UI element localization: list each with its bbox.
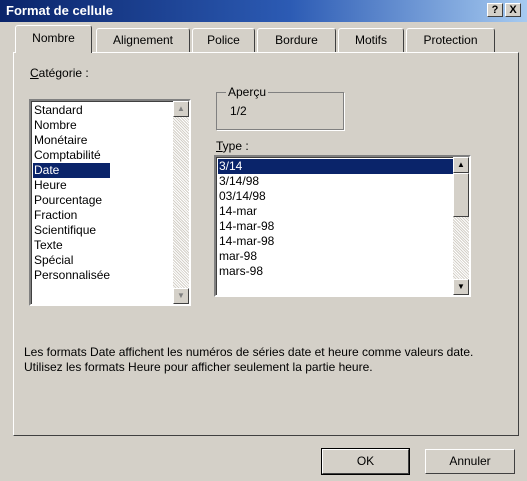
category-label-rest: atégorie : xyxy=(38,66,89,80)
scroll-down-icon[interactable]: ▼ xyxy=(453,279,469,295)
type-label-accesskey: T xyxy=(216,139,223,153)
tab-nombre[interactable]: Nombre xyxy=(15,25,92,53)
category-list-item[interactable]: Standard xyxy=(33,103,110,118)
type-list-item[interactable]: mars-98 xyxy=(218,264,453,279)
type-list-item[interactable]: mar-98 xyxy=(218,249,453,264)
scroll-up-icon[interactable]: ▲ xyxy=(173,101,189,117)
category-list-item[interactable]: Nombre xyxy=(33,118,110,133)
type-list[interactable]: 3/14 3/14/98 03/14/98 14-mar 14-mar-98 14-mar… xyxy=(214,155,471,297)
type-list-item[interactable]: 03/14/98 xyxy=(218,189,453,204)
tab-protection[interactable]: Protection xyxy=(406,28,495,52)
category-list-item[interactable]: Monétaire xyxy=(33,133,110,148)
category-list-item[interactable]: Personnalisée xyxy=(33,268,110,283)
preview-label: Aperçu xyxy=(226,85,269,99)
scroll-down-icon[interactable]: ▼ xyxy=(173,288,189,304)
tab-police[interactable]: Police xyxy=(192,28,255,52)
preview-value: 1/2 xyxy=(230,104,247,118)
type-list-item[interactable]: 14-mar-98 xyxy=(218,219,453,234)
type-label: Type : xyxy=(216,139,249,153)
type-list-item[interactable]: 3/14 xyxy=(218,159,453,174)
window-title: Format de cellule xyxy=(6,3,113,18)
category-list-item[interactable]: Scientifique xyxy=(33,223,110,238)
tab-alignement[interactable]: Alignement xyxy=(96,28,190,52)
category-list-item[interactable]: Date xyxy=(33,163,111,178)
close-button[interactable]: X xyxy=(505,3,521,17)
title-bar[interactable]: Format de cellule ? X xyxy=(0,0,527,22)
type-items: 3/14 3/14/98 03/14/98 14-mar 14-mar-98 14-mar… xyxy=(218,159,453,279)
category-list-item[interactable]: Fraction xyxy=(33,208,110,223)
category-list-item[interactable]: Spécial xyxy=(33,253,110,268)
tab-motifs[interactable]: Motifs xyxy=(338,28,404,52)
category-label: Catégorie : xyxy=(30,66,89,80)
category-list-item[interactable]: Comptabilité xyxy=(33,148,110,163)
scroll-up-icon[interactable]: ▲ xyxy=(453,157,469,173)
help-button[interactable]: ? xyxy=(487,3,503,17)
scroll-thumb[interactable] xyxy=(453,173,469,217)
tab-bordure[interactable]: Bordure xyxy=(257,28,336,52)
category-list[interactable]: Standard Nombre Monétaire Comptabilité Date H… xyxy=(29,99,191,306)
ok-button[interactable]: OK xyxy=(321,448,410,475)
type-label-rest: ype : xyxy=(222,139,249,153)
type-list-item[interactable]: 3/14/98 xyxy=(218,174,453,189)
cancel-button[interactable]: Annuler xyxy=(425,449,515,474)
type-scrollbar[interactable]: ▲ ▼ xyxy=(453,157,469,295)
category-label-accesskey: C xyxy=(30,66,39,80)
category-list-item[interactable]: Texte xyxy=(33,238,110,253)
category-list-item[interactable]: Heure xyxy=(33,178,110,193)
format-description: Les formats Date affichent les numéros d… xyxy=(24,345,474,374)
type-list-item[interactable]: 14-mar-98 xyxy=(218,234,453,249)
category-scrollbar[interactable]: ▲ ▼ xyxy=(173,101,189,304)
type-list-item[interactable]: 14-mar xyxy=(218,204,453,219)
category-list-item[interactable]: Pourcentage xyxy=(33,193,110,208)
category-items: Standard Nombre Monétaire Comptabilité Date H… xyxy=(33,103,111,283)
